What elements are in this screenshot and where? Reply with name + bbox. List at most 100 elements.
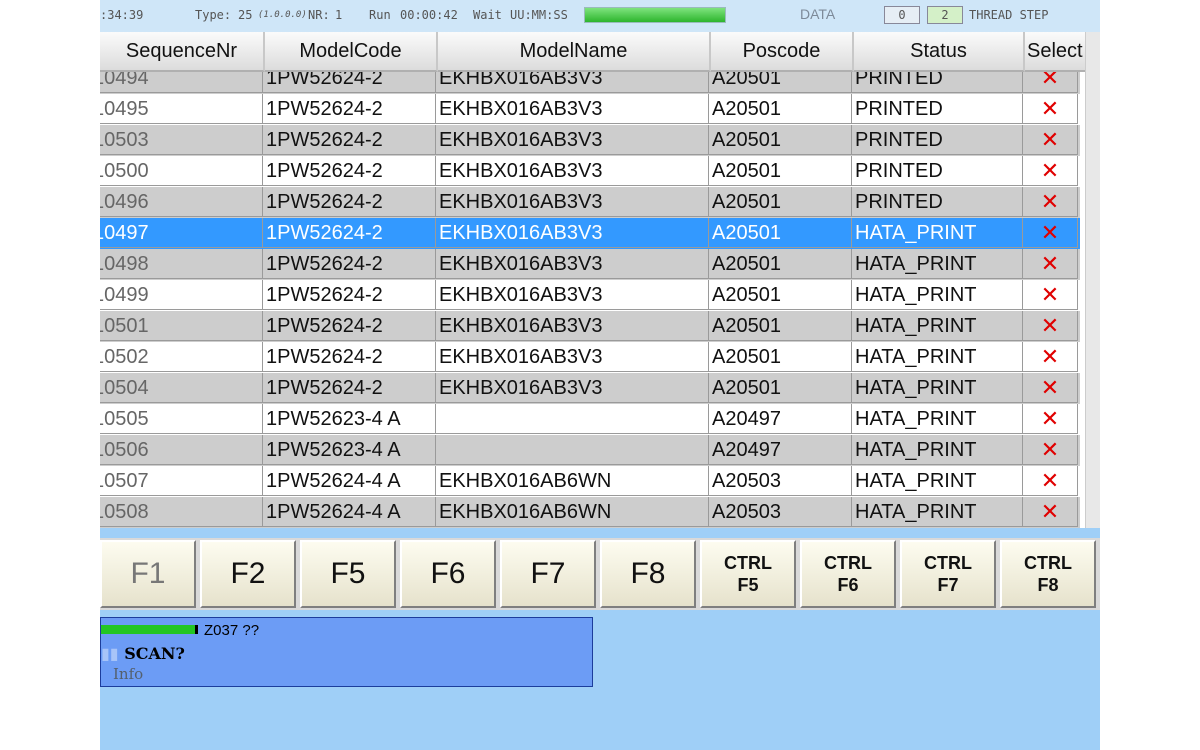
cell-sequencenr: 10497 xyxy=(100,218,263,248)
cell-sequencenr: 10507 xyxy=(100,466,263,496)
cell-sequencenr: 10496 xyxy=(100,187,263,217)
column-header-poscode[interactable]: Poscode xyxy=(711,32,854,72)
cell-status: HATA_PRINT xyxy=(852,404,1023,434)
cell-modelname: EKHBX016AB3V3 xyxy=(436,373,709,403)
cell-modelcode: 1PW52624-2 xyxy=(263,280,436,310)
cell-poscode: A20501 xyxy=(709,94,852,124)
table-row[interactable]: 104971PW52624-2EKHBX016AB3V3A20501HATA_P… xyxy=(100,218,1080,249)
run-time: 00:00:42 xyxy=(400,8,458,22)
data-grid[interactable]: SequenceNr ModelCode ModelName Poscode S… xyxy=(100,32,1085,528)
remove-x-icon[interactable]: ✕ xyxy=(1023,94,1078,124)
cell-sequencenr: 10506 xyxy=(100,435,263,465)
remove-x-icon[interactable]: ✕ xyxy=(1023,218,1078,248)
clock-text: :34:39 xyxy=(100,8,144,22)
cell-status: HATA_PRINT xyxy=(852,342,1023,372)
run-progress-bar xyxy=(584,7,726,23)
table-row[interactable]: 105001PW52624-2EKHBX016AB3V3A20501PRINTE… xyxy=(100,156,1080,187)
cell-status: HATA_PRINT xyxy=(852,249,1023,279)
cell-modelcode: 1PW52624-4 A xyxy=(263,466,436,496)
cell-sequencenr: 10504 xyxy=(100,373,263,403)
column-header-status[interactable]: Status xyxy=(854,32,1025,72)
column-header-modelcode[interactable]: ModelCode xyxy=(265,32,438,72)
cell-modelname: EKHBX016AB3V3 xyxy=(436,342,709,372)
table-row[interactable]: 105081PW52624-4 AEKHBX016AB6WNA20503HATA… xyxy=(100,497,1080,528)
cell-modelcode: 1PW52624-2 xyxy=(263,373,436,403)
table-row[interactable]: 105011PW52624-2EKHBX016AB3V3A20501HATA_P… xyxy=(100,311,1080,342)
cell-sequencenr: 10502 xyxy=(100,342,263,372)
cell-modelcode: 1PW52624-2 xyxy=(263,218,436,248)
fkey-ctrl-f7-button[interactable]: CTRL F7 xyxy=(900,540,996,608)
fkey-f6-button[interactable]: F6 xyxy=(400,540,496,608)
cell-status: PRINTED xyxy=(852,125,1023,155)
cell-status: HATA_PRINT xyxy=(852,497,1023,527)
table-row[interactable]: 104961PW52624-2EKHBX016AB3V3A20501PRINTE… xyxy=(100,187,1080,218)
column-header-sequencenr[interactable]: SequenceNr xyxy=(100,32,265,72)
table-row[interactable]: 104981PW52624-2EKHBX016AB3V3A20501HATA_P… xyxy=(100,249,1080,280)
remove-x-icon[interactable]: ✕ xyxy=(1023,342,1078,372)
remove-x-icon[interactable]: ✕ xyxy=(1023,125,1078,155)
remove-x-icon[interactable]: ✕ xyxy=(1023,280,1078,310)
table-row[interactable]: 105021PW52624-2EKHBX016AB3V3A20501HATA_P… xyxy=(100,342,1080,373)
cell-poscode: A20503 xyxy=(709,497,852,527)
table-row[interactable]: 105051PW52623-4 A A20497HATA_PRINT✕ xyxy=(100,404,1080,435)
remove-x-icon[interactable]: ✕ xyxy=(1023,156,1078,186)
nr-label: NR: xyxy=(308,8,330,22)
vertical-scrollbar[interactable] xyxy=(1085,32,1100,528)
table-row[interactable]: 104991PW52624-2EKHBX016AB3V3A20501HATA_P… xyxy=(100,280,1080,311)
grid-header: SequenceNr ModelCode ModelName Poscode S… xyxy=(100,32,1085,72)
wait-label: Wait xyxy=(473,8,502,22)
scan-code: Z037 ?? xyxy=(204,622,260,639)
cell-poscode: A20497 xyxy=(709,404,852,434)
thread-step-label: THREAD STEP xyxy=(969,8,1049,22)
table-row[interactable]: 105061PW52623-4 A A20497HATA_PRINT✕ xyxy=(100,435,1080,466)
fkey-f1-button[interactable]: F1 xyxy=(100,540,196,608)
cell-modelcode: 1PW52624-2 xyxy=(263,311,436,341)
run-label: Run xyxy=(369,8,391,22)
table-row[interactable]: 105041PW52624-2EKHBX016AB3V3A20501HATA_P… xyxy=(100,373,1080,404)
status-bar: :34:39 Type: 25 (1.0.0.0) NR: 1 Run 00:0… xyxy=(100,0,1100,32)
cell-modelname: EKHBX016AB3V3 xyxy=(436,249,709,279)
fkey-f5-button[interactable]: F5 xyxy=(300,540,396,608)
fkey-ctrl-f5-button[interactable]: CTRL F5 xyxy=(700,540,796,608)
fkey-f2-button[interactable]: F2 xyxy=(200,540,296,608)
remove-x-icon[interactable]: ✕ xyxy=(1023,466,1078,496)
cell-modelname: EKHBX016AB6WN xyxy=(436,497,709,527)
fkey-ctrl-f6-button[interactable]: CTRL F6 xyxy=(800,540,896,608)
table-row[interactable]: 104951PW52624-2EKHBX016AB3V3A20501PRINTE… xyxy=(100,94,1080,125)
remove-x-icon[interactable]: ✕ xyxy=(1023,311,1078,341)
remove-x-icon[interactable]: ✕ xyxy=(1023,72,1078,93)
cell-status: HATA_PRINT xyxy=(852,311,1023,341)
remove-x-icon[interactable]: ✕ xyxy=(1023,249,1078,279)
table-row[interactable]: 104941PW52624-2EKHBX016AB3V3A20501PRINTE… xyxy=(100,72,1080,94)
remove-x-icon[interactable]: ✕ xyxy=(1023,373,1078,403)
cell-modelname: EKHBX016AB6WN xyxy=(436,466,709,496)
fkey-f8-button[interactable]: F8 xyxy=(600,540,696,608)
column-header-modelname[interactable]: ModelName xyxy=(438,32,711,72)
cell-poscode: A20497 xyxy=(709,435,852,465)
fkey-f7-button[interactable]: F7 xyxy=(500,540,596,608)
cell-modelcode: 1PW52624-4 A xyxy=(263,497,436,527)
cell-modelname: EKHBX016AB3V3 xyxy=(436,280,709,310)
cell-modelcode: 1PW52624-2 xyxy=(263,342,436,372)
cell-status: HATA_PRINT xyxy=(852,373,1023,403)
cell-sequencenr: 10503 xyxy=(100,125,263,155)
scan-prompt-text: SCAN? xyxy=(124,644,185,663)
remove-x-icon[interactable]: ✕ xyxy=(1023,435,1078,465)
cell-modelcode: 1PW52623-4 A xyxy=(263,435,436,465)
cell-modelcode: 1PW52624-2 xyxy=(263,249,436,279)
fkey-ctrl-f8-button[interactable]: CTRL F8 xyxy=(1000,540,1096,608)
cell-sequencenr: 10499 xyxy=(100,280,263,310)
table-row[interactable]: 105031PW52624-2EKHBX016AB3V3A20501PRINTE… xyxy=(100,125,1080,156)
cell-modelname: EKHBX016AB3V3 xyxy=(436,311,709,341)
remove-x-icon[interactable]: ✕ xyxy=(1023,187,1078,217)
table-row[interactable]: 105071PW52624-4 AEKHBX016AB6WNA20503HATA… xyxy=(100,466,1080,497)
remove-x-icon[interactable]: ✕ xyxy=(1023,497,1078,527)
scan-progress-bar xyxy=(101,625,198,634)
cell-poscode: A20501 xyxy=(709,311,852,341)
application-window: :34:39 Type: 25 (1.0.0.0) NR: 1 Run 00:0… xyxy=(100,0,1100,750)
remove-x-icon[interactable]: ✕ xyxy=(1023,404,1078,434)
cell-modelname: EKHBX016AB3V3 xyxy=(436,156,709,186)
cell-modelcode: 1PW52624-2 xyxy=(263,187,436,217)
column-header-select[interactable]: Select xyxy=(1025,32,1085,72)
cell-modelcode: 1PW52624-2 xyxy=(263,125,436,155)
